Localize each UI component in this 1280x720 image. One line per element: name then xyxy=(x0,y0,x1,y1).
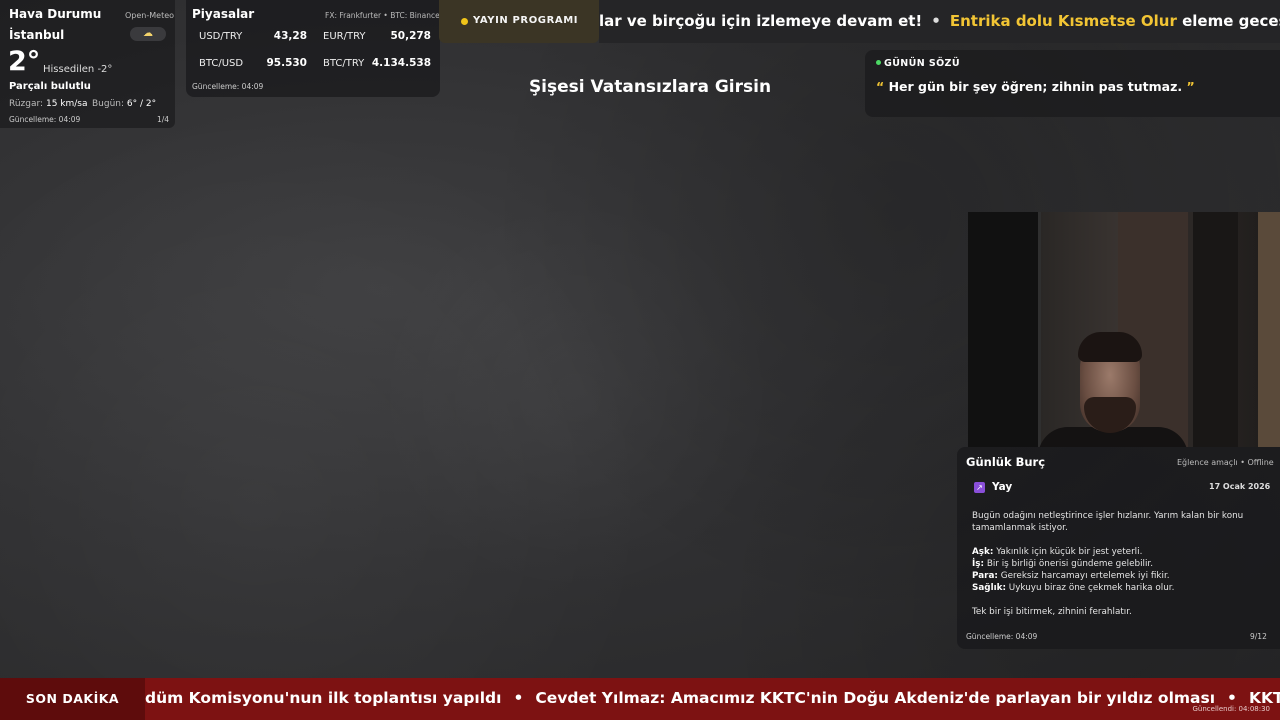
breaking-news-bar: SON DAKİKA düm Komisyonu'nun ilk toplant… xyxy=(0,678,1280,720)
breaking-text: düm Komisyonu'nun ilk toplantısı yapıldı… xyxy=(145,689,1280,707)
news-item: düm Komisyonu'nun ilk toplantısı yapıldı xyxy=(145,689,502,707)
horoscope-body: Bugün odağını netleştirince işler hızlan… xyxy=(972,510,1267,618)
quote-close-mark: ” xyxy=(1186,79,1195,94)
rate-value: 95.530 xyxy=(266,57,307,69)
sagittarius-icon: ↗ xyxy=(974,482,985,493)
horoscope-widget: Günlük Burç Eğlence amaçlı • Offline ↗ Y… xyxy=(957,447,1280,649)
horoscope-love: Aşk: Yakınlık için küçük bir jest yeterl… xyxy=(972,547,1143,557)
wind-value: 15 km/sa xyxy=(45,99,88,109)
rate-value: 4.134.538 xyxy=(371,57,431,69)
ticker-separator: • xyxy=(931,12,941,30)
quote-open-mark: “ xyxy=(876,79,885,94)
ticker-part-2: eleme gecesi ve iliş xyxy=(1182,12,1280,30)
live-dot-icon xyxy=(461,18,468,25)
weather-condition: Parçalı bulutlu xyxy=(9,81,91,92)
weather-updated: Güncelleme: 04:09 xyxy=(9,115,81,124)
weather-wind: Rüzgar: 15 km/sa xyxy=(9,99,88,109)
horoscope-health: Sağlık: Uykuyu biraz öne çekmek harika o… xyxy=(972,583,1175,593)
status-dot-icon xyxy=(876,60,881,65)
rate-label: BTC/USD xyxy=(199,58,244,69)
quote-widget: GÜNÜN SÖZÜ “ Her gün bir şey öğren; zihn… xyxy=(865,50,1280,117)
weather-widget: Hava Durumu Open-Meteo İstanbul ☁ 2° His… xyxy=(0,0,175,128)
breaking-updated: Güncellendi: 04:08:30 xyxy=(1192,705,1271,713)
rate-label: BTC/TRY xyxy=(323,58,365,69)
markets-source: FX: Frankfurter • BTC: Binance xyxy=(325,11,440,20)
horoscope-source: Eğlence amaçlı • Offline xyxy=(1177,458,1274,467)
ticker-highlight: Entrika dolu Kısmetse Olur xyxy=(949,12,1177,30)
news-separator: • xyxy=(513,689,524,707)
horoscope-intro: Bugün odağını netleştirince işler hızlan… xyxy=(972,511,1244,533)
webcam-feed xyxy=(968,212,1280,447)
quote-text: “ Her gün bir şey öğren; zihnin pas tutm… xyxy=(876,79,1195,94)
weather-today: Bugün: 6° / 2° xyxy=(92,99,156,109)
schedule-badge: YAYIN PROGRAMI xyxy=(439,0,599,43)
markets-title: Piyasalar xyxy=(192,7,255,21)
weather-title: Hava Durumu xyxy=(9,7,102,21)
horoscope-date: 17 Ocak 2026 xyxy=(1209,482,1271,491)
quote-label: GÜNÜN SÖZÜ xyxy=(884,58,960,69)
weather-source: Open-Meteo xyxy=(125,11,175,20)
today-value: 6° / 2° xyxy=(126,99,157,109)
ticker-text: lar ve birçoğu için izlemeye devam et! • E… xyxy=(599,12,1280,30)
breaking-ticker: düm Komisyonu'nun ilk toplantısı yapıldı… xyxy=(145,678,1280,720)
horoscope-work: İş: Bir iş birliği önerisi gündeme geleb… xyxy=(972,559,1154,569)
horoscope-closing: Tek bir işi bitirmek, zihnini ferahlatır… xyxy=(972,607,1132,617)
quote-body: Her gün bir şey öğren; zihnin pas tutmaz… xyxy=(888,79,1183,94)
markets-updated: Güncelleme: 04:09 xyxy=(192,82,264,91)
rate-label: EUR/TRY xyxy=(323,31,366,42)
rate-row: EUR/TRY 50,278 xyxy=(317,28,437,48)
schedule-label: YAYIN PROGRAMI xyxy=(473,15,579,26)
today-label: Bugün: xyxy=(92,99,125,109)
rate-row: BTC/USD 95.530 xyxy=(193,55,313,75)
weather-feels-like: Hissedilen -2° xyxy=(43,64,113,75)
weather-city: İstanbul xyxy=(9,28,65,42)
horoscope-money: Para: Gereksiz harcamayı ertelemek iyi f… xyxy=(972,571,1170,581)
rate-label: USD/TRY xyxy=(199,31,243,42)
rate-row: BTC/TRY 4.134.538 xyxy=(317,55,437,75)
rate-value: 43,28 xyxy=(273,30,307,42)
stream-title: Şişesi Vatansızlara Girsin xyxy=(528,77,772,97)
horoscope-sign: Yay xyxy=(992,481,1013,493)
weather-page-indicator: 1/4 xyxy=(157,115,170,124)
news-item: Cevdet Yılmaz: Amacımız KKTC'nin Doğu Ak… xyxy=(535,689,1216,707)
partly-cloudy-icon: ☁ xyxy=(130,27,166,41)
horoscope-title: Günlük Burç xyxy=(966,455,1046,469)
wind-label: Rüzgar: xyxy=(9,99,44,109)
breaking-label: SON DAKİKA xyxy=(0,678,145,720)
weather-temperature: 2° xyxy=(8,46,41,77)
rate-row: USD/TRY 43,28 xyxy=(193,28,313,48)
ticker-part-1: lar ve birçoğu için izlemeye devam et! xyxy=(599,12,923,30)
horoscope-updated: Güncelleme: 04:09 xyxy=(966,632,1038,641)
horoscope-page-indicator: 9/12 xyxy=(1250,632,1267,641)
rate-value: 50,278 xyxy=(390,30,431,42)
schedule-ticker: lar ve birçoğu için izlemeye devam et! • E… xyxy=(599,0,1280,43)
